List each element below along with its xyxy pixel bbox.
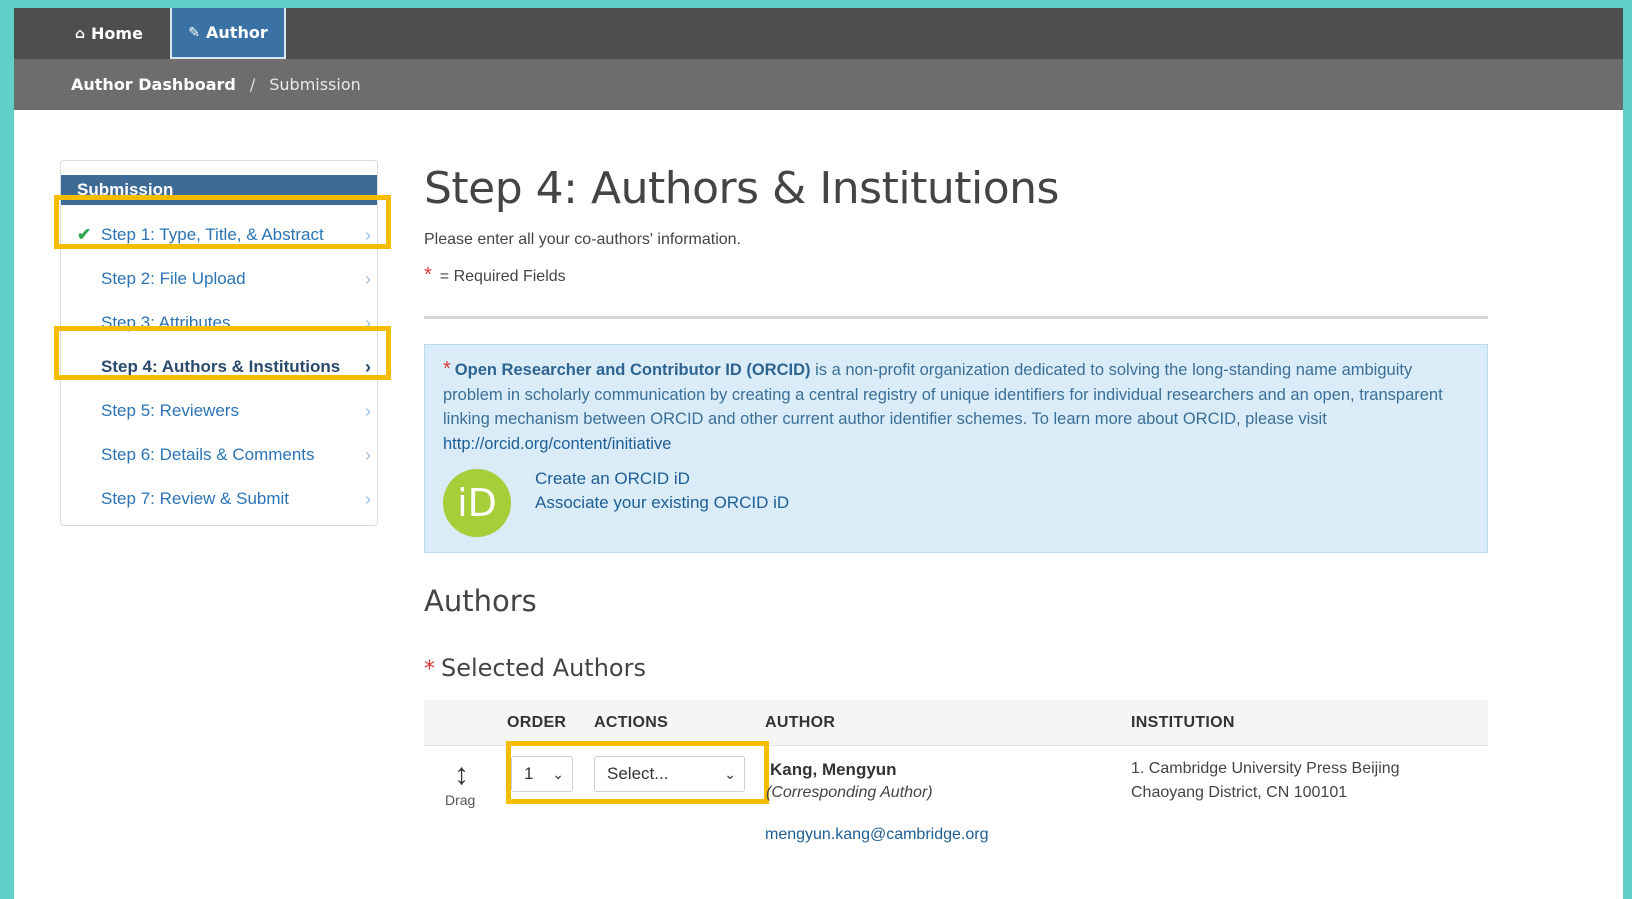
- create-orcid-link[interactable]: Create an ORCID iD: [535, 469, 690, 489]
- sidebar-item-label: Step 7: Review & Submit: [101, 489, 290, 508]
- breadcrumb: Author Dashboard / Submission: [14, 59, 1623, 110]
- breadcrumb-separator: /: [249, 75, 256, 94]
- highlight-order-actions: [506, 741, 769, 804]
- background-strip: [0, 0, 1632, 8]
- chevron-right-icon: ›: [365, 489, 371, 509]
- chevron-right-icon: ›: [365, 401, 371, 421]
- breadcrumb-dashboard[interactable]: Author Dashboard: [71, 75, 236, 94]
- orcid-title: Open Researcher and Contributor ID (ORCI…: [454, 361, 811, 379]
- drag-handle-icon[interactable]: ↕: [454, 758, 469, 792]
- orcid-info-link[interactable]: http://orcid.org/content/initiative: [443, 435, 671, 453]
- intro-text: Please enter all your co-authors' inform…: [424, 231, 741, 248]
- nav-home[interactable]: ⌂ Home: [61, 8, 157, 59]
- sidebar-item-label: Step 6: Details & Comments: [101, 445, 315, 464]
- selected-authors-heading: * Selected Authors: [424, 654, 646, 682]
- associate-orcid-link[interactable]: Associate your existing ORCID iD: [535, 493, 789, 513]
- author-email-link[interactable]: mengyun.kang@cambridge.org: [765, 826, 988, 844]
- highlight-step-4: [54, 326, 391, 380]
- institution-line-2: Chaoyang District, CN 100101: [1131, 784, 1348, 801]
- pencil-icon: ✎: [188, 24, 201, 41]
- nav-author-label: Author: [206, 23, 268, 42]
- nav-home-label: Home: [91, 24, 143, 43]
- chevron-right-icon: ›: [365, 269, 371, 289]
- orcid-description: * Open Researcher and Contributor ID (ORC…: [443, 357, 1443, 456]
- page: ⌂ Home ✎ Author Author Dashboard / Submi…: [14, 8, 1623, 899]
- breadcrumb-current: Submission: [269, 75, 361, 94]
- page-title: Step 4: Authors & Institutions: [424, 163, 1059, 214]
- chevron-right-icon: ›: [365, 445, 371, 465]
- sidebar-item-step-7[interactable]: Step 7: Review & Submit ›: [101, 484, 371, 514]
- drag-label: Drag: [445, 792, 476, 808]
- sidebar-item-step-6[interactable]: Step 6: Details & Comments ›: [101, 440, 371, 470]
- institution-line-1: 1. Cambridge University Press Beijing: [1131, 760, 1400, 777]
- authors-heading: Authors: [424, 584, 537, 618]
- highlight-step-1: [54, 195, 391, 249]
- col-institution: INSTITUTION: [1131, 714, 1235, 731]
- required-note: * = Required Fields: [424, 264, 566, 287]
- home-icon: ⌂: [75, 25, 86, 42]
- top-navbar: ⌂ Home ✎ Author: [14, 8, 1623, 59]
- nav-author[interactable]: ✎ Author: [170, 8, 286, 59]
- col-actions: ACTIONS: [594, 714, 669, 731]
- selected-authors-label: Selected Authors: [441, 654, 646, 682]
- divider: [424, 316, 1488, 319]
- orcid-logo-icon: iD: [443, 469, 511, 537]
- author-role: (Corresponding Author): [766, 784, 933, 801]
- required-note-text: = Required Fields: [439, 268, 566, 285]
- sidebar-item-step-2[interactable]: Step 2: File Upload ›: [101, 264, 371, 294]
- authors-table-header: ORDER ACTIONS AUTHOR INSTITUTION: [424, 700, 1488, 746]
- sidebar-item-label: Step 2: File Upload: [101, 269, 246, 288]
- required-star-icon: *: [424, 657, 435, 682]
- required-star-icon: *: [424, 264, 432, 286]
- orcid-info-box: * Open Researcher and Contributor ID (ORC…: [424, 344, 1488, 553]
- sidebar-item-step-5[interactable]: Step 5: Reviewers ›: [101, 396, 371, 426]
- col-author: AUTHOR: [765, 714, 836, 731]
- required-star-icon: *: [443, 358, 451, 380]
- author-name: Kang, Mengyun: [770, 760, 897, 779]
- sidebar-item-label: Step 5: Reviewers: [101, 401, 239, 420]
- col-order: ORDER: [507, 714, 567, 731]
